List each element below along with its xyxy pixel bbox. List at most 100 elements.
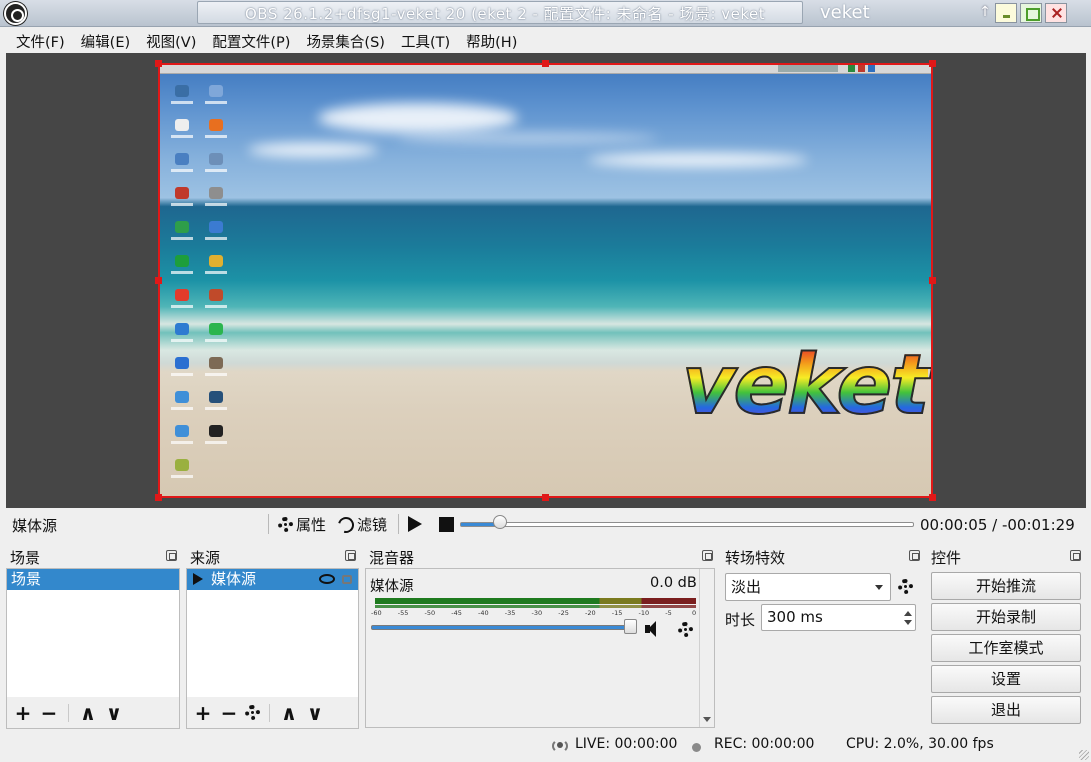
resize-handle-t[interactable] xyxy=(542,60,549,67)
desktop-shortcut-icon xyxy=(168,391,196,421)
gear-icon[interactable] xyxy=(898,579,913,594)
audio-level-meter xyxy=(375,605,696,608)
desktop-shortcut-icon xyxy=(202,187,230,217)
scroll-down-icon[interactable] xyxy=(703,717,711,722)
desktop-shortcut-icon xyxy=(202,425,230,455)
undock-icon[interactable] xyxy=(1070,550,1081,561)
desktop-shortcut-icon xyxy=(168,85,196,115)
meter-tick-label: -45 xyxy=(451,609,462,617)
seek-slider[interactable] xyxy=(460,522,914,527)
undock-icon[interactable] xyxy=(909,550,920,561)
tray-icon xyxy=(778,65,838,72)
tray-icon xyxy=(848,65,855,72)
stop-icon[interactable] xyxy=(439,517,454,532)
desktop-shortcut-icon xyxy=(168,357,196,387)
minimize-button[interactable] xyxy=(995,3,1017,23)
sources-dock: 来源 媒体源 + − ∧ ∨ xyxy=(186,545,360,730)
close-button[interactable] xyxy=(1045,3,1067,23)
resize-grip[interactable] xyxy=(1079,750,1089,760)
play-icon[interactable] xyxy=(408,516,422,532)
record-icon xyxy=(692,743,701,752)
pin-button[interactable]: ↑ xyxy=(974,3,996,23)
add-icon[interactable]: + xyxy=(13,703,33,723)
resize-handle-r[interactable] xyxy=(929,277,936,284)
gear-icon[interactable] xyxy=(678,622,693,637)
menu-tools[interactable]: 工具(T) xyxy=(393,27,458,52)
resize-handle-b[interactable] xyxy=(542,494,549,501)
resize-handle-tl[interactable] xyxy=(155,60,162,67)
play-small-icon xyxy=(193,573,203,585)
resize-handle-br[interactable] xyxy=(929,494,936,501)
settings-button[interactable]: 设置 xyxy=(931,665,1081,693)
menu-help[interactable]: 帮助(H) xyxy=(458,27,525,52)
undock-icon[interactable] xyxy=(345,550,356,561)
resize-handle-l[interactable] xyxy=(155,277,162,284)
menu-file[interactable]: 文件(F) xyxy=(8,27,73,52)
move-up-icon[interactable]: ∧ xyxy=(78,703,98,723)
transitions-dock: 转场特效 淡出 时长 300 ms xyxy=(721,545,924,730)
spin-up-icon[interactable] xyxy=(904,611,912,616)
volume-slider-handle[interactable] xyxy=(624,619,637,634)
scenes-list[interactable]: 场景 xyxy=(6,568,180,698)
speaker-icon[interactable] xyxy=(645,620,663,638)
preview-screen-capture[interactable]: veket xyxy=(158,63,933,498)
transitions-dock-title: 转场特效 xyxy=(725,549,786,567)
maximize-button[interactable] xyxy=(1020,3,1042,23)
mixer-panel: 媒体源 0.0 dB -60 -55 -50 -45 -40 -35 -30 -25 -20 -1… xyxy=(365,568,715,728)
sources-dock-title: 来源 xyxy=(190,549,221,567)
start-recording-button[interactable]: 开始录制 xyxy=(931,603,1081,631)
lock-icon[interactable] xyxy=(342,575,352,584)
move-down-icon[interactable]: ∨ xyxy=(305,703,325,723)
start-streaming-button[interactable]: 开始推流 xyxy=(931,572,1081,600)
transition-select[interactable]: 淡出 xyxy=(725,573,891,601)
desktop-shortcut-icon xyxy=(202,153,230,183)
controls-dock: 控件 开始推流 开始录制 工作室模式 设置 退出 xyxy=(927,545,1085,730)
list-item[interactable]: 场景 xyxy=(7,569,179,590)
gear-icon[interactable] xyxy=(245,705,260,720)
remove-icon[interactable]: − xyxy=(39,703,59,723)
menu-profile[interactable]: 配置文件(P) xyxy=(204,27,298,52)
media-time: 00:00:05 / -00:01:29 xyxy=(920,516,1075,534)
desktop-shortcut-icon xyxy=(202,391,230,421)
undock-icon[interactable] xyxy=(166,550,177,561)
live-status: LIVE: 00:00:00 xyxy=(575,736,678,752)
obs-logo-icon[interactable] xyxy=(4,2,27,25)
volume-slider[interactable] xyxy=(371,625,637,630)
mixer-scrollbar[interactable] xyxy=(699,569,714,727)
remove-icon[interactable]: − xyxy=(219,703,239,723)
desktop-shortcut-icon xyxy=(168,153,196,183)
spin-down-icon[interactable] xyxy=(904,620,912,625)
move-down-icon[interactable]: ∨ xyxy=(104,703,124,723)
broadcast-icon xyxy=(551,739,568,753)
undock-icon[interactable] xyxy=(702,550,713,561)
resize-handle-tr[interactable] xyxy=(929,60,936,67)
source-row[interactable]: 媒体源 xyxy=(187,569,358,590)
move-up-icon[interactable]: ∧ xyxy=(279,703,299,723)
media-controls-bar: 媒体源 属性 滤镜 00:00:05 / -00:01:29 xyxy=(0,508,1091,540)
resize-handle-bl[interactable] xyxy=(155,494,162,501)
seek-slider-handle[interactable] xyxy=(493,515,507,529)
cpu-status: CPU: 2.0%, 30.00 fps xyxy=(846,736,994,752)
sources-list[interactable]: 媒体源 xyxy=(186,568,359,698)
divider xyxy=(68,703,69,722)
properties-label: 属性 xyxy=(296,516,327,534)
eye-icon[interactable] xyxy=(319,574,335,584)
rec-status: REC: 00:00:00 xyxy=(714,736,815,752)
studio-mode-button[interactable]: 工作室模式 xyxy=(931,634,1081,662)
meter-tick-label: -50 xyxy=(424,609,436,617)
add-icon[interactable]: + xyxy=(193,703,213,723)
duration-spinbox[interactable]: 300 ms xyxy=(761,604,916,631)
filters-button[interactable]: 滤镜 xyxy=(335,513,387,536)
properties-button[interactable]: 属性 xyxy=(278,514,326,535)
menu-view[interactable]: 视图(V) xyxy=(138,27,204,52)
audio-level-meter xyxy=(375,598,696,604)
desktop-shortcut-icon xyxy=(168,425,196,455)
preview-canvas[interactable]: veket xyxy=(6,53,1086,508)
meter-tick-label: 0 xyxy=(692,609,697,617)
menu-edit[interactable]: 编辑(E) xyxy=(73,27,138,52)
mixer-dock: 混音器 媒体源 0.0 dB -60 -55 -50 -45 -40 -35 -30 -25-… xyxy=(365,545,717,730)
desktop-shortcut-icon xyxy=(168,459,196,489)
menu-scene-collection[interactable]: 场景集合(S) xyxy=(298,27,393,52)
exit-button[interactable]: 退出 xyxy=(931,696,1081,724)
desktop-shortcut-icon xyxy=(168,119,196,149)
